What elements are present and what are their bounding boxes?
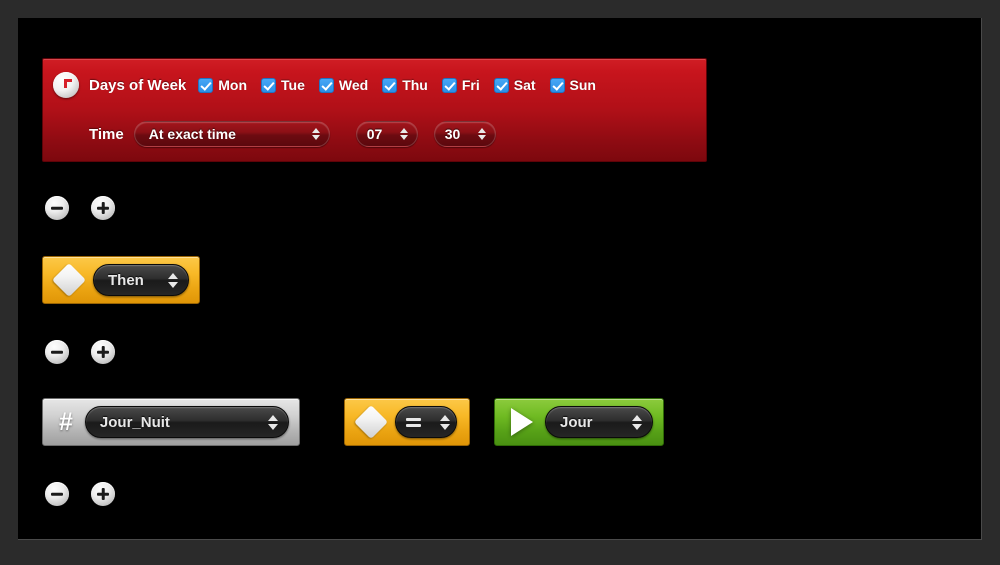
chevron-updown-icon bbox=[632, 414, 642, 430]
add-row-button[interactable] bbox=[91, 196, 115, 220]
day-label: Sun bbox=[569, 77, 596, 93]
day-label: Sat bbox=[513, 77, 536, 93]
chevron-updown-icon bbox=[440, 414, 450, 430]
checkbox-icon[interactable] bbox=[198, 77, 214, 93]
operator-select[interactable] bbox=[395, 406, 457, 438]
diamond-icon bbox=[354, 405, 388, 439]
add-row-button[interactable] bbox=[91, 340, 115, 364]
trigger-days-row: Days of Week Mon Tue Wed Thu Fri Sat Sun bbox=[43, 59, 706, 109]
day-checkbox-sun[interactable]: Sun bbox=[549, 77, 596, 93]
day-checkbox-mon[interactable]: Mon bbox=[198, 77, 247, 93]
days-checkbox-group: Mon Tue Wed Thu Fri Sat Sun bbox=[198, 77, 596, 93]
trigger-block[interactable]: Days of Week Mon Tue Wed Thu Fri Sat Sun… bbox=[42, 58, 707, 162]
minute-value: 30 bbox=[444, 126, 461, 142]
equals-icon bbox=[406, 417, 421, 427]
day-checkbox-sat[interactable]: Sat bbox=[493, 77, 536, 93]
chevron-updown-icon bbox=[477, 128, 486, 140]
chevron-updown-icon bbox=[399, 128, 408, 140]
variable-block[interactable]: # Jour_Nuit bbox=[42, 398, 300, 446]
chevron-updown-icon bbox=[267, 414, 278, 430]
clock-icon bbox=[53, 72, 79, 98]
time-mode-value: At exact time bbox=[148, 126, 236, 142]
day-checkbox-tue[interactable]: Tue bbox=[261, 77, 305, 93]
hour-value: 07 bbox=[366, 126, 383, 142]
time-label: Time bbox=[89, 125, 124, 143]
remove-row-button[interactable] bbox=[45, 482, 69, 506]
remove-row-button[interactable] bbox=[45, 340, 69, 364]
checkbox-icon[interactable] bbox=[382, 77, 398, 93]
checkbox-icon[interactable] bbox=[261, 77, 277, 93]
row-controls-2 bbox=[45, 340, 115, 364]
day-label: Wed bbox=[338, 77, 369, 93]
value-block[interactable]: Jour bbox=[494, 398, 664, 446]
then-block[interactable]: Then bbox=[42, 256, 200, 304]
variable-select[interactable]: Jour_Nuit bbox=[84, 406, 289, 438]
value-select[interactable]: Jour bbox=[545, 406, 653, 438]
operator-block[interactable] bbox=[344, 398, 470, 446]
day-checkbox-fri[interactable]: Fri bbox=[441, 77, 480, 93]
trigger-time-row: Time At exact time 07 30 bbox=[43, 109, 706, 159]
checkbox-icon[interactable] bbox=[493, 77, 509, 93]
day-checkbox-thu[interactable]: Thu bbox=[382, 77, 428, 93]
row-controls-3 bbox=[45, 482, 115, 506]
day-checkbox-wed[interactable]: Wed bbox=[318, 77, 369, 93]
chevron-updown-icon bbox=[168, 272, 178, 288]
day-label: Fri bbox=[461, 77, 480, 93]
checkbox-icon[interactable] bbox=[318, 77, 334, 93]
hash-icon: # bbox=[59, 407, 73, 436]
value-value: Jour bbox=[560, 413, 593, 431]
day-label: Mon bbox=[218, 77, 248, 93]
remove-row-button[interactable] bbox=[45, 196, 69, 220]
days-of-week-label: Days of Week bbox=[89, 76, 187, 94]
add-row-button[interactable] bbox=[91, 482, 115, 506]
checkbox-icon[interactable] bbox=[549, 77, 565, 93]
row-controls-1 bbox=[45, 196, 115, 220]
diamond-icon bbox=[52, 263, 86, 297]
rule-editor-canvas: Days of Week Mon Tue Wed Thu Fri Sat Sun… bbox=[18, 18, 982, 540]
checkbox-icon[interactable] bbox=[441, 77, 457, 93]
play-icon bbox=[511, 408, 533, 436]
then-value: Then bbox=[108, 271, 144, 289]
day-label: Thu bbox=[402, 77, 428, 93]
time-mode-select[interactable]: At exact time bbox=[133, 121, 330, 147]
minute-stepper[interactable]: 30 bbox=[433, 121, 496, 147]
chevron-updown-icon bbox=[311, 128, 320, 140]
then-select[interactable]: Then bbox=[93, 264, 189, 296]
variable-value: Jour_Nuit bbox=[99, 413, 170, 431]
hour-stepper[interactable]: 07 bbox=[355, 121, 418, 147]
day-label: Tue bbox=[281, 77, 305, 93]
